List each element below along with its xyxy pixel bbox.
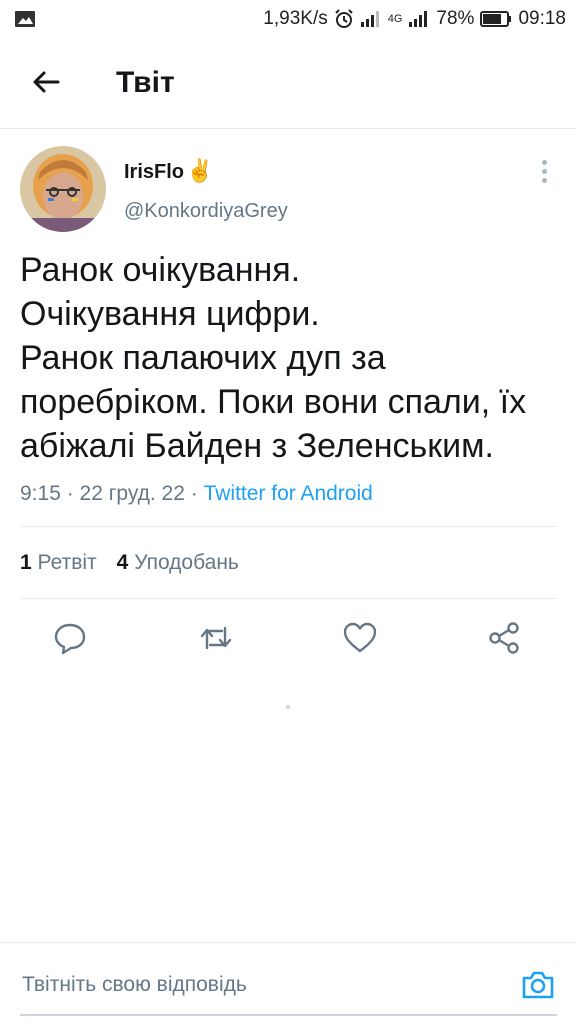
battery-percent: 78% — [436, 8, 475, 29]
reply-underline — [20, 1014, 557, 1016]
divider — [20, 598, 557, 599]
tweet-line: Очікування цифри. — [20, 295, 320, 333]
camera-icon[interactable] — [520, 967, 556, 1003]
tweet-line: поребріком. Поки вони спали, їх — [20, 383, 527, 421]
network-type: 4G — [387, 13, 403, 25]
user-handle[interactable]: @KonkordiyaGrey — [124, 200, 288, 223]
tweet-text: Ранок очікування. Очікування цифри. Рано… — [20, 248, 560, 468]
image-icon — [14, 10, 36, 33]
network-speed: 1,93K/s — [263, 8, 328, 29]
retweets-stat[interactable]: 1 Ретвіт — [20, 551, 97, 575]
avatar[interactable] — [20, 146, 106, 232]
signal-icon-2 — [408, 10, 430, 28]
alarm-icon — [334, 9, 354, 29]
retweets-label: Ретвіт — [37, 551, 97, 574]
back-arrow-icon[interactable] — [28, 64, 64, 100]
retweets-count: 1 — [20, 551, 32, 574]
tweet-actions — [0, 614, 576, 662]
app-header: Твіт — [0, 38, 576, 129]
reply-bar: Твітніть свою відповідь — [0, 942, 576, 1025]
tweet-line: Ранок очікування. — [20, 251, 301, 289]
likes-label: Уподобань — [134, 551, 239, 574]
display-name[interactable]: IrisFlo✌️ — [124, 158, 213, 184]
battery-icon — [480, 11, 512, 27]
tweet-stats: 1 Ретвіт 4 Уподобань — [20, 551, 239, 575]
likes-count: 4 — [116, 551, 129, 574]
share-icon[interactable] — [486, 620, 522, 656]
display-name-text: IrisFlo — [124, 161, 185, 183]
tweet-line: Ранок палаючих дуп за — [20, 339, 386, 377]
tweet-meta: 9:15 · 22 груд. 22 · Twitter for Android — [20, 482, 373, 506]
reply-input[interactable]: Твітніть свою відповідь — [22, 973, 247, 997]
loading-dot — [286, 705, 290, 709]
tweet-timestamp: 9:15 · 22 груд. 22 · — [20, 482, 204, 505]
reply-icon[interactable] — [52, 620, 88, 656]
page-title: Твіт — [116, 66, 175, 99]
tweet-line: абіжалі Байден з Зеленським. — [20, 427, 494, 465]
more-vertical-icon[interactable] — [532, 160, 556, 186]
clock: 09:18 — [518, 8, 566, 29]
tweet-source-link[interactable]: Twitter for Android — [204, 482, 373, 505]
victory-hand-emoji: ✌️ — [186, 158, 214, 183]
likes-stat[interactable]: 4 Уподобань — [117, 551, 239, 575]
like-icon[interactable] — [342, 620, 378, 656]
retweet-icon[interactable] — [198, 620, 234, 656]
signal-icon — [360, 10, 382, 28]
status-bar: 1,93K/s 4G 78% 09:18 — [0, 0, 576, 38]
divider — [20, 526, 557, 527]
